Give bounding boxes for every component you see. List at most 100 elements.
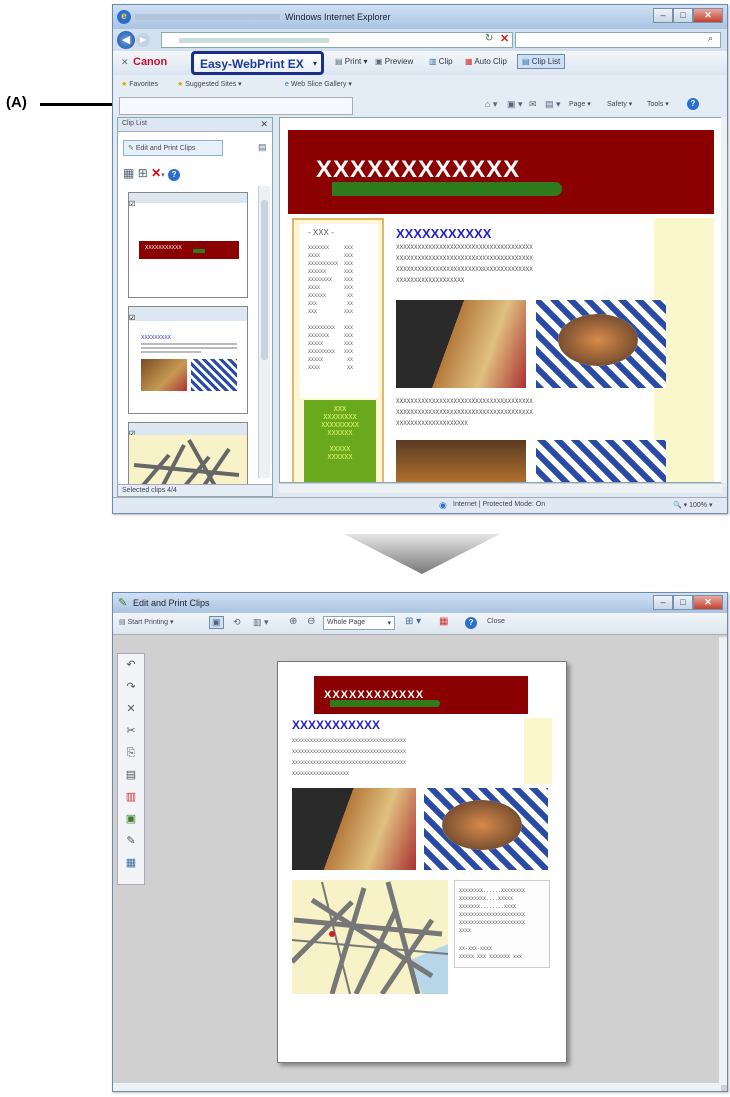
panel-close-icon[interactable]: ✕ (260, 119, 268, 130)
edit-print-icon: ✎ (118, 597, 128, 609)
browser-title-blurred (135, 14, 280, 20)
help-icon[interactable]: ? (168, 169, 181, 181)
mail-icon[interactable]: ✉ (529, 99, 537, 110)
web-slice-gallery-link[interactable]: e Web Slice Gallery ▾ (285, 80, 352, 88)
layout-icon[interactable]: ⊞ ▾ (405, 616, 421, 627)
page-horizontal-scrollbar[interactable] (279, 483, 723, 493)
page-banner: XXXXXXXXXXXX (288, 130, 714, 214)
editor-title: Edit and Print Clips (133, 598, 210, 608)
back-icon[interactable]: ◀ (117, 31, 135, 49)
clip-icon: ▥ (429, 57, 437, 66)
maximize-button[interactable]: □ (673, 8, 693, 23)
doc-info-box: XXXXXXXX......XXXXXXXX XXXXXXXXX....XXXX… (454, 880, 550, 968)
auto-clip-button[interactable]: ▦ Auto Clip (465, 57, 507, 66)
clip-button[interactable]: ▥ Clip (429, 57, 453, 66)
edit-icon: ✎ (128, 145, 134, 152)
minimize-button[interactable]: – (653, 595, 673, 610)
browser-window: e Windows Internet Explorer – □ ✕ ◀ ▶ ↻ … (112, 4, 728, 514)
web-page: XXXXXXXXXXXX - XXX - XXXXXXX XXX XXXX XX… (279, 117, 723, 483)
text-edit-icon[interactable]: ✎ (118, 830, 144, 852)
suggested-sites-link[interactable]: ★ Suggested Sites ▾ (177, 80, 242, 88)
editor-horizontal-scrollbar[interactable] (113, 1083, 721, 1091)
toolbar-close-icon[interactable]: ✕ (121, 57, 129, 68)
checkbox-icon[interactable]: ☑ (129, 315, 135, 322)
ewp-toolbar: ✕ Canon Easy-WebPrint EX ▾ ▤ Print ▾ ▣ P… (113, 51, 727, 75)
help-icon[interactable]: ? (687, 98, 699, 110)
browser-titlebar: e Windows Internet Explorer – □ ✕ (113, 5, 727, 29)
close-editor-button[interactable]: Close (487, 618, 505, 625)
favorites-row: ★ Favorites ★ Suggested Sites ▾ e Web Sl… (113, 75, 727, 95)
minimize-button[interactable]: – (653, 8, 673, 23)
properties-icon[interactable]: ▦ (118, 852, 144, 874)
page-heading: XXXXXXXXXXX (396, 226, 492, 241)
add-favorite-icon: ★ (177, 81, 184, 88)
zoom-button[interactable]: 🔍 ▾ 100% ▾ (673, 501, 713, 509)
zoom-in-icon[interactable]: ⊕ (289, 616, 297, 627)
panel-options-icon[interactable]: ▤ (258, 142, 267, 153)
paste-icon[interactable]: ▤ (118, 764, 144, 786)
panel-scrollbar[interactable] (258, 186, 270, 478)
clip-list-title: Clip List (122, 120, 147, 127)
tools-menu[interactable]: Tools ▾ (647, 100, 669, 108)
doc-photo-chalkboard (292, 788, 416, 870)
delete-icon[interactable]: ✕ (118, 698, 144, 720)
delete-clip-icon[interactable]: ▦ (439, 616, 448, 627)
print-cmd-icon[interactable]: ▤ ▾ (545, 99, 561, 110)
close-button[interactable]: ✕ (693, 8, 723, 23)
clip-thumbnail[interactable]: ☑ XXXXXXXXXXX (128, 192, 248, 298)
image-edit-icon[interactable]: ▣ (118, 808, 144, 830)
undo-icon[interactable]: ↶ (118, 654, 144, 676)
page-vertical-scrollbar[interactable] (721, 117, 727, 483)
safety-menu[interactable]: Safety ▾ (607, 100, 632, 108)
search-box[interactable] (515, 32, 721, 48)
stop-icon[interactable]: ✕ (500, 32, 509, 45)
forward-icon[interactable]: ▶ (136, 33, 150, 47)
remove-icon[interactable]: ▥ (118, 786, 144, 808)
zoom-out-icon[interactable]: ⊖ (307, 616, 315, 627)
editor-tool-strip: ↶ ↷ ✕ ✂ ⎘ ▤ ▥ ▣ ✎ ▦ (117, 653, 145, 885)
zoom-select[interactable]: Whole Page ▾ (323, 616, 395, 630)
copy-icon[interactable]: ⎘ (118, 742, 144, 764)
down-arrow (344, 534, 500, 574)
feeds-icon[interactable]: ▣ ▾ (507, 99, 523, 110)
globe-icon: ◉ (439, 500, 447, 510)
page-paragraph: XXXXXXXXXXXXXXXXXXXXXXXXXXXXXXXXXXXXXX X… (396, 244, 533, 284)
close-button[interactable]: ✕ (693, 595, 723, 610)
preview-button[interactable]: ▣ Preview (375, 57, 413, 66)
auto-clip-icon: ▦ (465, 57, 473, 66)
clip-list-icon-row: ▦ ⊞ ✕▾ ? (123, 166, 181, 181)
print-button[interactable]: ▤ Print ▾ (335, 57, 368, 66)
page-tab[interactable] (119, 97, 353, 115)
photo-seafood (536, 300, 666, 388)
delete-icon[interactable]: ✕ (151, 166, 161, 180)
maximize-button[interactable]: □ (673, 595, 693, 610)
cut-icon[interactable]: ✂ (118, 720, 144, 742)
page-menu[interactable]: Page ▾ (569, 100, 591, 108)
browser-title: Windows Internet Explorer (285, 12, 391, 22)
photo-food (536, 440, 666, 482)
help-icon[interactable]: ? (465, 617, 477, 629)
doc-photo-seafood (424, 788, 548, 870)
ewp-dropdown-button[interactable]: Easy-WebPrint EX ▾ (191, 51, 324, 75)
favorites-button[interactable]: ★ Favorites (121, 80, 158, 88)
ie-small-icon: e (285, 81, 289, 88)
refresh-icon[interactable]: ↻ (485, 33, 493, 44)
list-view-icon[interactable]: ⊞ (138, 166, 148, 180)
clip-thumbnail[interactable]: ☑ (128, 422, 248, 492)
checkbox-icon[interactable]: ☑ (129, 201, 135, 208)
panel-status: Selected clips 4/4 (118, 484, 272, 496)
start-printing-button[interactable]: ▤ Start Printing ▾ (119, 618, 174, 626)
redo-icon[interactable]: ↷ (118, 676, 144, 698)
edit-print-clips-button[interactable]: ✎ Edit and Print Clips (123, 140, 223, 156)
page-view-button[interactable]: ▣ (209, 616, 224, 629)
page-sidebar: - XXX - XXXXXXX XXX XXXX XXX XXXXXXXXXX … (292, 218, 384, 482)
home-icon[interactable]: ⌂ ▾ (485, 99, 497, 110)
rotate-icon[interactable]: ⟲ (233, 617, 241, 628)
clip-list-button[interactable]: ▤ Clip List (517, 54, 566, 69)
chevron-down-icon: ▾ (312, 59, 317, 68)
clip-thumbnail[interactable]: ☑ XXXXXXXXX (128, 306, 248, 414)
image-icon[interactable]: ▥ ▾ (253, 617, 269, 628)
search-icon[interactable]: ⌕ (708, 33, 713, 44)
editor-vertical-scrollbar[interactable] (719, 637, 727, 1085)
grid-view-icon[interactable]: ▦ (123, 166, 134, 180)
